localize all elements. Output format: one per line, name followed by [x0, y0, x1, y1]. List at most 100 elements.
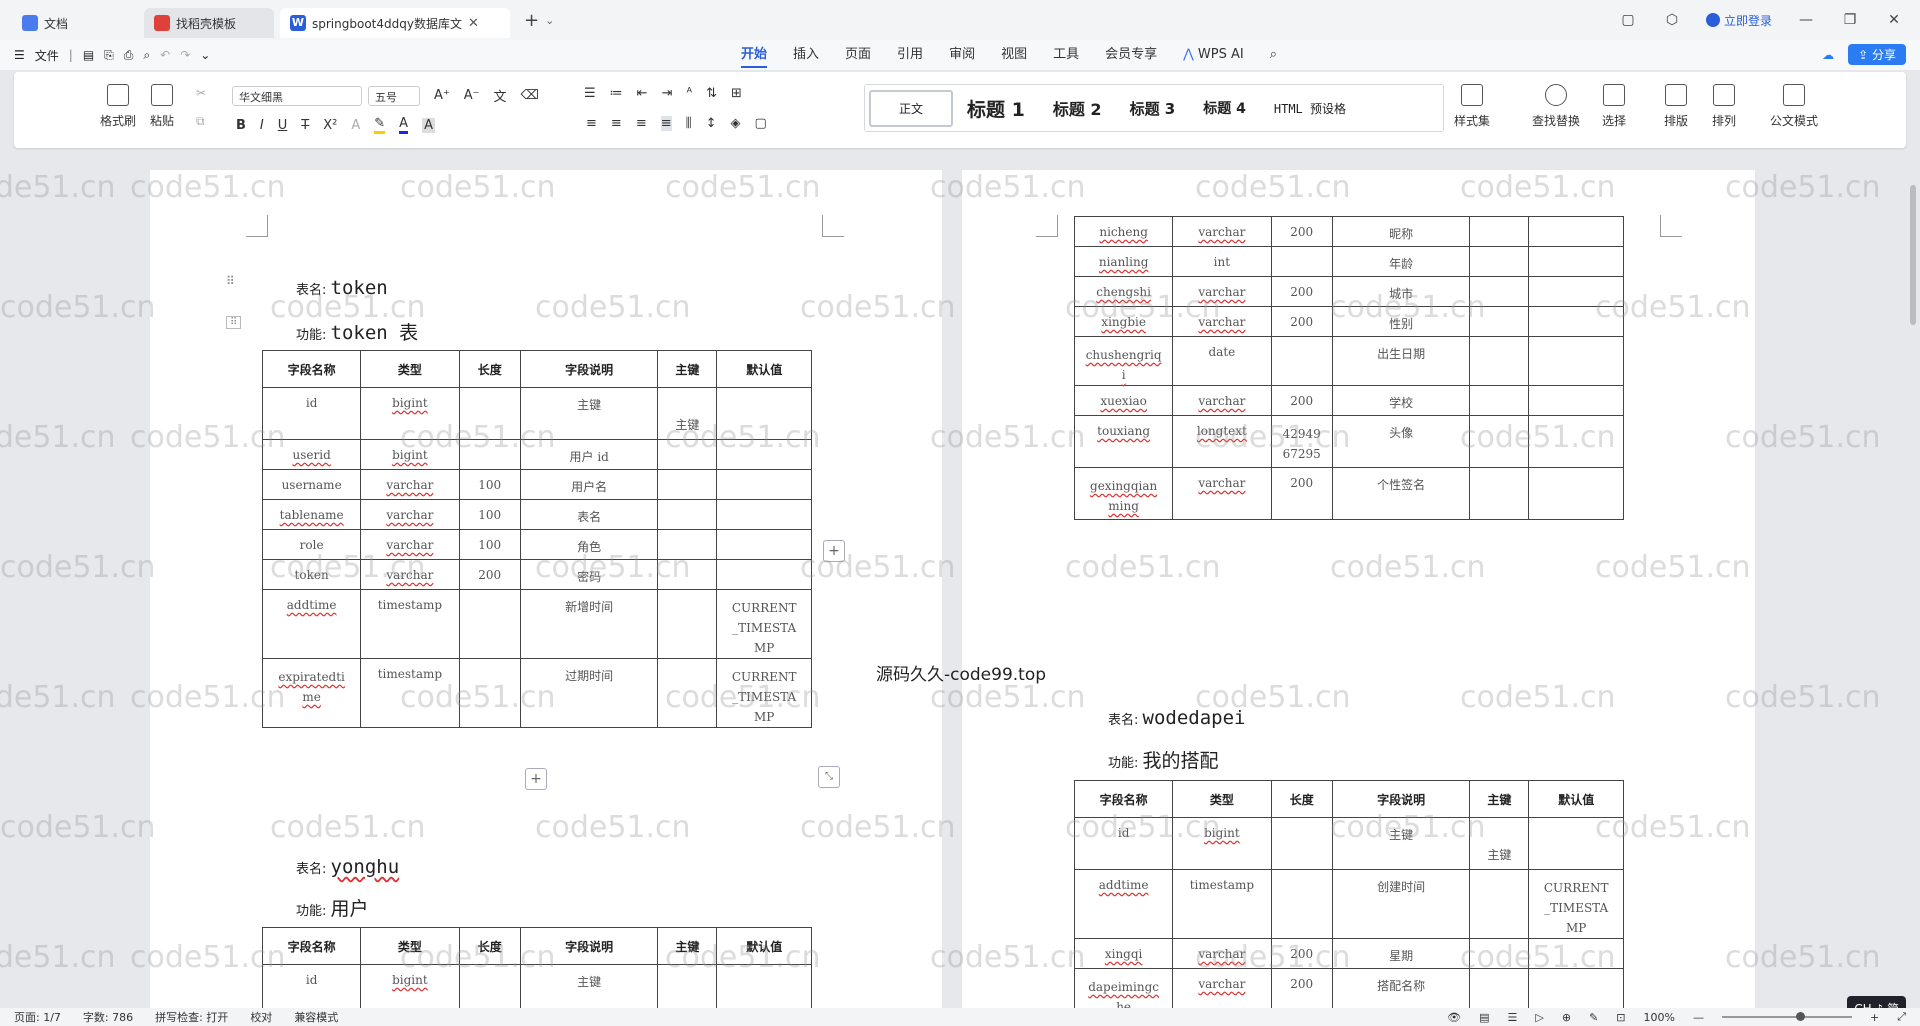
- table-cell[interactable]: id: [261, 964, 362, 1010]
- fit-icon[interactable]: ⊡: [1616, 1011, 1625, 1024]
- table-cell[interactable]: 100: [458, 499, 521, 530]
- tab-page[interactable]: 页面: [832, 40, 884, 70]
- select-button[interactable]: 选择: [1602, 84, 1626, 129]
- play-icon[interactable]: ▷: [1535, 1011, 1543, 1024]
- table-cell[interactable]: addtime: [1073, 869, 1174, 939]
- tab-insert[interactable]: 插入: [780, 40, 832, 70]
- table-cell[interactable]: [716, 439, 812, 470]
- tab-member[interactable]: 会员专享: [1092, 40, 1170, 70]
- border-icon[interactable]: ▢: [755, 116, 767, 131]
- table-cell[interactable]: 星期: [1331, 938, 1471, 969]
- table-cell[interactable]: [1528, 938, 1624, 969]
- table-row[interactable]: xingqi varchar 200 星期: [1073, 938, 1624, 969]
- table-cell[interactable]: 个性签名: [1331, 467, 1471, 520]
- minimize-icon[interactable]: —: [1796, 12, 1816, 28]
- table-row[interactable]: nianling int 年龄: [1073, 246, 1624, 277]
- add-row-button[interactable]: +: [525, 768, 547, 790]
- table-row[interactable]: addtime timestamp 新增时间 CURRENT_TIMESTAMP: [261, 589, 812, 659]
- table-row[interactable]: id bigint 主键 主键: [1073, 817, 1624, 870]
- table-cell[interactable]: token: [261, 559, 362, 590]
- table-row[interactable]: nicheng varchar 200 昵称: [1073, 216, 1624, 247]
- add-column-button[interactable]: +: [823, 540, 845, 562]
- shrink-font-icon[interactable]: A⁻: [464, 88, 480, 103]
- table-row[interactable]: role varchar 100 角色: [261, 529, 812, 560]
- tab-document[interactable]: W springboot4ddqy数据库文 ✕: [280, 8, 510, 38]
- table-cell[interactable]: [458, 439, 521, 470]
- table-cell[interactable]: [716, 499, 812, 530]
- zoom-in-icon[interactable]: +: [1870, 1011, 1879, 1024]
- table-cell[interactable]: varchar: [1172, 385, 1272, 416]
- fullscreen-icon[interactable]: ⤢: [1897, 1010, 1906, 1024]
- table-cell[interactable]: [1528, 415, 1624, 468]
- scissors-icon[interactable]: ✂: [196, 86, 206, 100]
- table-row[interactable]: userid bigint 用户 id: [261, 439, 812, 470]
- table-cell[interactable]: [1270, 817, 1333, 870]
- table-cell[interactable]: 用户 id: [519, 439, 659, 470]
- numbered-list-icon[interactable]: ≔: [610, 86, 623, 101]
- yonghu-table-continued[interactable]: nicheng varchar 200 昵称 nianling int 年龄 chengshi…: [1073, 216, 1624, 520]
- tab-docs[interactable]: 文档: [12, 8, 138, 38]
- table-row[interactable]: id bigint 主键: [261, 964, 812, 1010]
- table-cell[interactable]: varchar: [360, 499, 460, 530]
- table-cell[interactable]: varchar: [360, 469, 460, 500]
- arrange-button[interactable]: 排列: [1712, 84, 1736, 129]
- table-cell[interactable]: 主键: [657, 387, 718, 440]
- table-cell[interactable]: 200: [1270, 467, 1333, 520]
- table-cell[interactable]: gexingqianming: [1073, 467, 1174, 520]
- drag-handle-icon[interactable]: ⠿: [226, 274, 235, 288]
- outline-icon[interactable]: ☰: [1508, 1011, 1518, 1024]
- shading-icon[interactable]: ◈: [731, 116, 741, 131]
- format-painter-button[interactable]: 格式刷: [100, 84, 136, 129]
- table-row[interactable]: xuexiao varchar 200 学校: [1073, 385, 1624, 416]
- table-cell[interactable]: varchar: [360, 559, 460, 590]
- table-cell[interactable]: 200: [1270, 306, 1333, 337]
- table-cell[interactable]: varchar: [1172, 306, 1272, 337]
- table-cell[interactable]: bigint: [1172, 817, 1272, 870]
- tab-home[interactable]: 开始: [728, 40, 780, 70]
- text-direction-icon[interactable]: ᴬ: [686, 86, 692, 101]
- table-cell[interactable]: 表名: [519, 499, 659, 530]
- table-cell[interactable]: 城市: [1331, 276, 1471, 307]
- table-cell[interactable]: 200: [1270, 385, 1333, 416]
- bullet-list-icon[interactable]: ☰: [584, 86, 596, 101]
- style-heading-1[interactable]: 标题 1: [953, 95, 1039, 122]
- style-heading-4[interactable]: 标题 4: [1189, 98, 1260, 118]
- table-cell[interactable]: [1469, 336, 1530, 386]
- window-icon[interactable]: ▢: [1618, 12, 1638, 28]
- file-menu[interactable]: 文件: [35, 47, 59, 64]
- table-cell[interactable]: [1528, 276, 1624, 307]
- table-cell[interactable]: varchar: [360, 529, 460, 560]
- copy-icon[interactable]: ⧉: [196, 114, 205, 129]
- page-indicator[interactable]: 页面: 1/7: [14, 1009, 61, 1025]
- table-cell[interactable]: varchar: [1172, 276, 1272, 307]
- table-cell[interactable]: [657, 589, 718, 659]
- table-cell[interactable]: 用户名: [519, 469, 659, 500]
- new-tab-icon[interactable]: +: [524, 10, 539, 31]
- table-cell[interactable]: [1469, 246, 1530, 277]
- table-row[interactable]: dapeimingche varchar 200 搭配名称: [1073, 968, 1624, 1010]
- table-cell[interactable]: [458, 658, 521, 728]
- table-cell[interactable]: chengshi: [1073, 276, 1174, 307]
- table-cell[interactable]: [1469, 968, 1530, 1010]
- cube-icon[interactable]: ⬡: [1662, 12, 1682, 28]
- pen-icon[interactable]: ✎: [1589, 1011, 1598, 1024]
- grow-font-icon[interactable]: A⁺: [434, 88, 450, 103]
- table-cell[interactable]: 过期时间: [519, 658, 659, 728]
- table-cell[interactable]: [1469, 467, 1530, 520]
- table-cell[interactable]: [1270, 246, 1333, 277]
- table-cell[interactable]: 主键: [1331, 817, 1471, 870]
- zoom-out-icon[interactable]: —: [1693, 1011, 1704, 1024]
- justify-icon[interactable]: ≡: [660, 116, 672, 131]
- close-icon[interactable]: ✕: [1884, 12, 1904, 28]
- table-move-icon[interactable]: ⠿: [226, 316, 242, 329]
- superscript-icon[interactable]: X²: [323, 118, 337, 133]
- word-count[interactable]: 字数: 786: [83, 1009, 133, 1025]
- table-cell[interactable]: [1528, 336, 1624, 386]
- table-cell[interactable]: 200: [1270, 938, 1333, 969]
- table-cell[interactable]: timestamp: [360, 658, 460, 728]
- wps-ai-button[interactable]: ⋀ WPS AI: [1170, 40, 1257, 70]
- table-cell[interactable]: [657, 469, 718, 500]
- redo-icon[interactable]: ↷: [180, 48, 190, 62]
- restore-icon[interactable]: ❐: [1840, 12, 1860, 28]
- eraser-icon[interactable]: ⌫: [521, 88, 539, 103]
